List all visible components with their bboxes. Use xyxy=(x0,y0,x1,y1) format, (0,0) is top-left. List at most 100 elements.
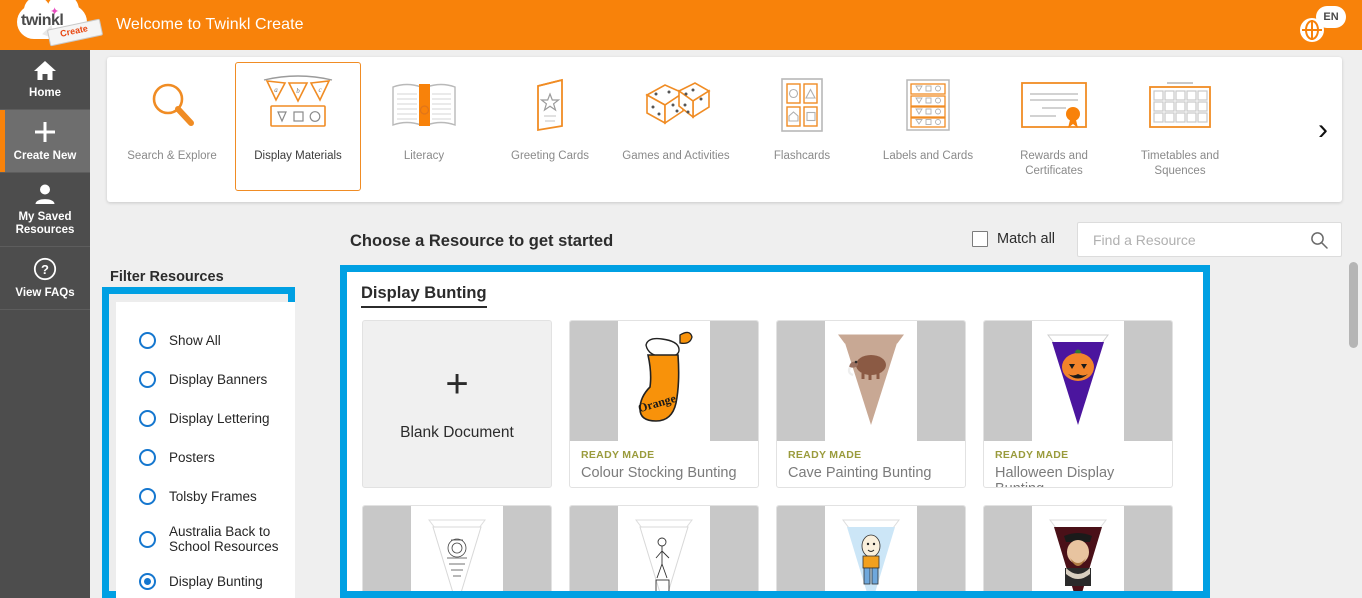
sidebar-item-create-new[interactable]: Create New xyxy=(0,110,90,173)
search-icon[interactable] xyxy=(1310,231,1341,249)
radio-icon[interactable] xyxy=(139,573,156,590)
filter-option-show-all[interactable]: Show All xyxy=(116,321,295,360)
card-title: Cave Painting Bunting xyxy=(788,465,932,481)
app-header: twinkl ✦ Create Welcome to Twinkl Create… xyxy=(0,0,1362,50)
thumbnail-page xyxy=(825,321,917,441)
left-sidebar: Home Create New My Saved Resources ? Vie… xyxy=(0,50,90,598)
folded-card-star-icon xyxy=(522,71,578,139)
resource-card[interactable] xyxy=(569,505,759,598)
card-title: Halloween Display Bunting xyxy=(995,465,1115,487)
filter-option-label: Australia Back to School Resources xyxy=(169,524,279,554)
card-thumbnail xyxy=(777,506,965,598)
resource-search[interactable] xyxy=(1077,222,1342,257)
card-thumbnail xyxy=(984,321,1172,441)
sidebar-empty-space xyxy=(0,310,90,450)
radio-icon[interactable] xyxy=(139,488,156,505)
category-next-arrow-button[interactable]: › xyxy=(1318,114,1328,145)
card-thumbnail xyxy=(570,506,758,598)
category-labels-cards[interactable]: Labels and Cards xyxy=(865,62,991,191)
category-label: Timetables and Squences xyxy=(1140,150,1220,177)
sidebar-item-label: Home xyxy=(29,87,61,99)
filter-option-posters[interactable]: Posters xyxy=(116,438,295,477)
blank-document-card[interactable]: + Blank Document xyxy=(362,320,552,488)
filter-option-tolsby-frames[interactable]: Tolsby Frames xyxy=(116,477,295,516)
category-rewards-certificates[interactable]: Rewards and Certificates xyxy=(991,62,1117,191)
resource-card[interactable] xyxy=(776,505,966,598)
sidebar-item-home[interactable]: Home xyxy=(0,50,90,110)
resource-card[interactable]: READY MADE Halloween Display Bunting xyxy=(983,320,1173,488)
magnifier-icon xyxy=(145,71,199,139)
category-timetables-sequences[interactable]: Timetables and Squences xyxy=(1117,62,1243,191)
card-meta: READY MADE Colour Stocking Bunting xyxy=(570,441,758,481)
twinkl-create-page: twinkl ✦ Create Welcome to Twinkl Create… xyxy=(0,0,1362,598)
page-title: Welcome to Twinkl Create xyxy=(116,16,304,33)
category-search-explore[interactable]: Search & Explore xyxy=(109,62,235,191)
card-title: Colour Stocking Bunting xyxy=(581,465,737,481)
resource-card[interactable]: Orange READY MADE Colour Stocking Buntin… xyxy=(569,320,759,488)
card-meta: READY MADE Cave Painting Bunting xyxy=(777,441,965,481)
category-games-activities[interactable]: Games and Activities xyxy=(613,62,739,191)
purple-pumpkin-bunting-icon xyxy=(1047,334,1109,425)
results-panel-highlight: Display Bunting + Blank Document Orange … xyxy=(340,265,1210,598)
category-label: Flashcards xyxy=(773,150,831,162)
radio-icon[interactable] xyxy=(139,332,156,349)
filter-option-australia-back-to-school[interactable]: Australia Back to School Resources xyxy=(116,516,295,562)
sidebar-item-my-saved-resources[interactable]: My Saved Resources xyxy=(0,173,90,247)
thumbnail-page xyxy=(825,506,917,598)
page-scrollbar-thumb[interactable] xyxy=(1349,262,1358,348)
category-strip: Search & Explore a b c Display Materials… xyxy=(107,57,1342,202)
bw-line-art-bunting-icon xyxy=(428,519,486,598)
category-label: Games and Activities xyxy=(622,150,730,162)
match-all-checkbox[interactable]: Match all xyxy=(972,231,1055,247)
svg-text:a: a xyxy=(274,86,278,94)
filter-panel-highlight: Show All Display Banners Display Letteri… xyxy=(102,287,295,598)
question-circle-icon: ? xyxy=(33,257,57,281)
plus-icon: + xyxy=(445,362,469,406)
category-literacy[interactable]: Literacy xyxy=(361,62,487,191)
filter-option-display-banners[interactable]: Display Banners xyxy=(116,360,295,399)
resource-card[interactable] xyxy=(983,505,1173,598)
filter-panel: Show All Display Banners Display Letteri… xyxy=(116,302,295,598)
card-thumbnail: Orange xyxy=(570,321,758,441)
category-list: Search & Explore a b c Display Materials… xyxy=(107,57,1243,202)
radio-icon[interactable] xyxy=(139,371,156,388)
language-selector[interactable]: EN xyxy=(1300,6,1346,44)
sidebar-item-view-faqs[interactable]: ? View FAQs xyxy=(0,247,90,310)
results-heading: Display Bunting xyxy=(361,284,487,308)
twinkl-create-logo[interactable]: twinkl ✦ Create xyxy=(0,0,108,50)
filter-option-display-bunting[interactable]: Display Bunting xyxy=(116,562,295,598)
filter-option-label: Posters xyxy=(169,450,215,465)
status-badge: READY MADE xyxy=(995,449,1069,461)
category-label: Rewards and Certificates xyxy=(1020,150,1088,177)
resource-card[interactable]: READY MADE Cave Painting Bunting xyxy=(776,320,966,488)
dice-icon xyxy=(641,71,711,139)
category-label: Literacy xyxy=(403,150,445,162)
status-badge: READY MADE xyxy=(581,449,655,461)
certificate-seal-icon xyxy=(1018,71,1090,139)
filter-resources-heading: Filter Resources xyxy=(110,269,224,285)
resource-card[interactable] xyxy=(362,505,552,598)
filter-option-display-lettering[interactable]: Display Lettering xyxy=(116,399,295,438)
category-display-materials[interactable]: a b c Display Materials xyxy=(235,62,361,191)
open-book-icon xyxy=(389,71,459,139)
search-input[interactable] xyxy=(1078,223,1310,256)
bw-figure-bunting-icon xyxy=(635,519,693,598)
filter-option-label: Display Lettering xyxy=(169,411,270,426)
category-flashcards[interactable]: Flashcards xyxy=(739,62,865,191)
plus-icon xyxy=(33,120,57,144)
card-thumbnail xyxy=(984,506,1172,598)
category-greeting-cards[interactable]: Greeting Cards xyxy=(487,62,613,191)
radio-icon[interactable] xyxy=(139,410,156,427)
checkbox-box[interactable] xyxy=(972,231,988,247)
svg-text:b: b xyxy=(296,87,300,95)
radio-icon[interactable] xyxy=(139,449,156,466)
thumbnail-page xyxy=(618,506,710,598)
filter-option-label: Show All xyxy=(169,333,221,348)
blank-document-label: Blank Document xyxy=(400,424,514,441)
radio-icon[interactable] xyxy=(139,530,156,548)
category-label: Labels and Cards xyxy=(882,150,974,162)
sidebar-item-label: My Saved Resources xyxy=(15,211,75,236)
thumbnail-page xyxy=(1032,506,1124,598)
flashcard-grid-icon xyxy=(778,71,826,139)
cave-mammoth-bunting-icon xyxy=(838,334,904,425)
